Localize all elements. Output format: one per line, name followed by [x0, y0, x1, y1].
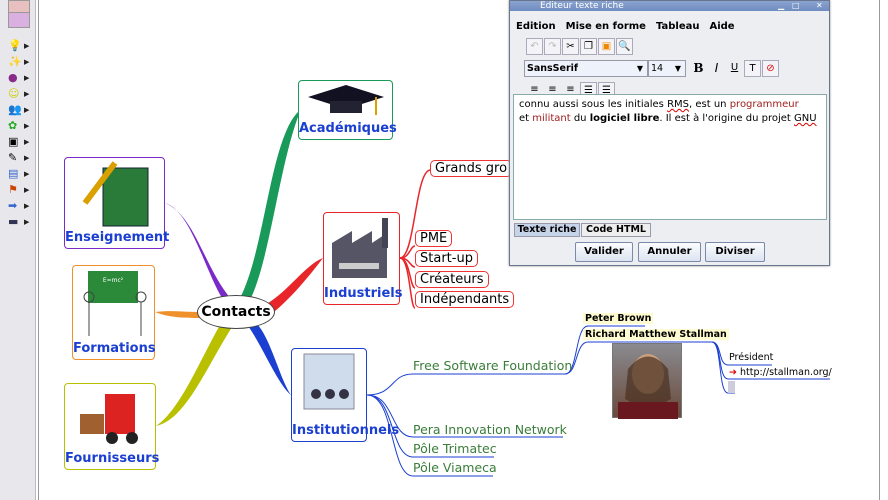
tab-texte-riche[interactable]: Texte riche [514, 223, 580, 237]
bold-button[interactable]: B [690, 60, 707, 77]
edge-institutionnels [248, 322, 291, 395]
node-label: Enseignement [65, 230, 170, 245]
node-label: Fournisseurs [65, 451, 160, 466]
stallman-photo [612, 343, 682, 419]
child-independants[interactable]: Indépendants [415, 291, 515, 308]
teacher-figures-icon [83, 291, 147, 336]
child-president[interactable]: Président [729, 352, 773, 363]
node-formations[interactable]: E=mc² Formations [72, 265, 156, 360]
redo-icon[interactable]: ↷ [544, 38, 561, 55]
rich-text-area[interactable]: connu aussi sous les initiales RMS, est … [513, 94, 827, 220]
copy-icon[interactable]: ❐ [580, 38, 597, 55]
node-label: Académiques [299, 121, 397, 136]
presentation-icon [303, 353, 355, 410]
node-institutionnels[interactable]: Institutionnels [291, 348, 400, 442]
dialog-titlebar[interactable]: Editeur texte riche ▁ □ ✕ [510, 1, 829, 11]
arrow-link-icon: ➔ [729, 367, 740, 378]
node-label: Formations [73, 341, 156, 356]
dialog-title: Editeur texte riche [540, 1, 624, 11]
maximize-button[interactable]: □ [792, 1, 800, 11]
node-enseignement[interactable]: Enseignement [64, 157, 170, 249]
minimize-button[interactable]: ▁ [778, 1, 784, 11]
node-academiques[interactable]: Académiques [298, 80, 397, 140]
menu-edition[interactable]: Edition [516, 21, 556, 32]
child-fsf[interactable]: Free Software Foundation [413, 358, 572, 373]
valider-button[interactable]: Valider [575, 242, 633, 262]
edge-industriels [265, 258, 323, 315]
child-pera[interactable]: Pera Innovation Network [413, 422, 567, 437]
child-trimatec[interactable]: Pôle Trimatec [413, 441, 497, 456]
empty-child-node[interactable] [728, 381, 735, 393]
factory-icon [331, 218, 388, 278]
format-toolbar: SansSerif ▼ 14 ▼ B I U T ⊘ [510, 56, 829, 78]
menu-tableau[interactable]: Tableau [656, 21, 700, 32]
link-text[interactable]: http://stallman.org/ [740, 367, 832, 378]
child-pme[interactable]: PME [415, 230, 453, 247]
node-fournisseurs[interactable]: Fournisseurs [64, 383, 160, 470]
edge-fournisseurs [156, 325, 232, 426]
cut-icon[interactable]: ✂ [562, 38, 579, 55]
menu-bar: Edition Mise en forme Tableau Aide [510, 11, 829, 36]
italic-button[interactable]: I [708, 60, 725, 77]
rich-text-editor-dialog: Editeur texte riche ▁ □ ✕ Edition Mise en… [509, 0, 830, 266]
find-icon[interactable]: 🔍 [616, 38, 633, 55]
close-button[interactable]: ✕ [816, 1, 823, 11]
node-industriels[interactable]: Industriels [323, 212, 403, 305]
diviser-button[interactable]: Diviser [705, 242, 765, 262]
text-color-icon[interactable]: T [744, 60, 761, 77]
child-viameca[interactable]: Pôle Viameca [413, 460, 497, 475]
edit-toolbar: ↶ ↷ ✂ ❐ ▣ 🔍 [510, 36, 829, 56]
child-link[interactable]: ➔ http://stallman.org/ [729, 367, 832, 378]
size-select[interactable]: 14 ▼ [648, 60, 686, 77]
child-grands-groupes[interactable]: Grands gro [430, 160, 513, 177]
child-createurs[interactable]: Créateurs [415, 271, 489, 288]
underline-button[interactable]: U [726, 60, 743, 77]
book-pencil-icon [82, 161, 148, 227]
node-label: Industriels [324, 286, 403, 301]
menu-aide[interactable]: Aide [709, 21, 734, 32]
node-label: Institutionnels [292, 423, 400, 438]
child-start-up[interactable]: Start-up [415, 250, 478, 267]
font-select[interactable]: SansSerif ▼ [524, 60, 648, 77]
edge-academiques [240, 112, 300, 300]
child-rms[interactable]: Richard Matthew Stallman [583, 329, 729, 340]
center-node[interactable]: Contacts [197, 295, 275, 329]
menu-mise-en-forme[interactable]: Mise en forme [566, 21, 646, 32]
edge-enseignement [165, 203, 232, 300]
forklift-icon [80, 394, 138, 444]
annuler-button[interactable]: Annuler [638, 242, 701, 262]
child-peter-brown[interactable]: Peter Brown [583, 313, 654, 324]
graduation-cap-icon [307, 85, 384, 115]
background-color-icon[interactable]: ⊘ [762, 60, 779, 77]
tab-code-html[interactable]: Code HTML [581, 223, 651, 237]
undo-icon[interactable]: ↶ [526, 38, 543, 55]
paste-icon[interactable]: ▣ [598, 38, 615, 55]
